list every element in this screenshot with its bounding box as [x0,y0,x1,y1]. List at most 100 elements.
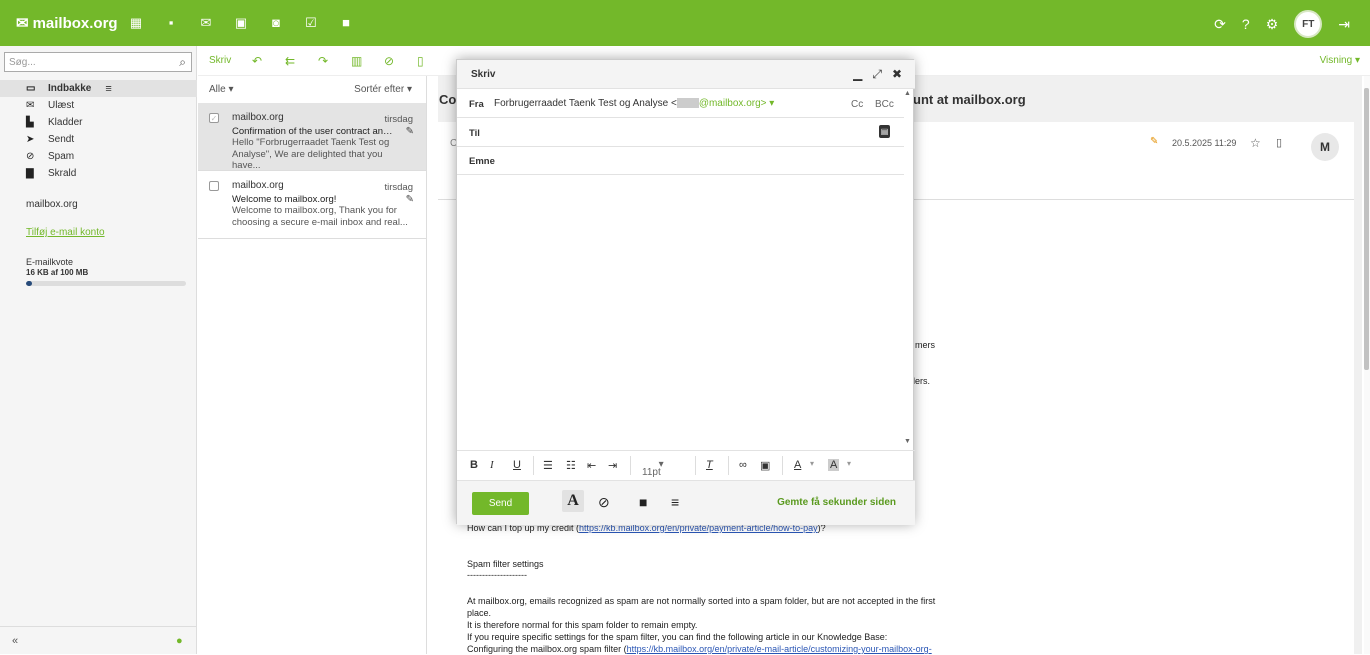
unlock-icon[interactable]: ■ [639,494,647,510]
save-status: Gemte få sekunder siden [777,497,896,508]
compose-footer: Send A ⊘ ■ ≡ Gemte få sekunder siden [457,480,915,525]
link-icon[interactable]: ∞ [739,459,747,471]
flag-icon[interactable]: ▯ [417,54,450,68]
calendar-icon[interactable]: ▣ [229,15,253,31]
text-format-icon[interactable]: A [562,490,584,512]
search-icon[interactable]: ⌕ [179,55,186,70]
quota-bar [26,281,186,286]
outdent-icon[interactable]: ⇤ [587,459,596,472]
underline-button[interactable]: U [513,459,521,471]
folder-sidebar: Søg... ⌕ ▭ Indbakke ≡ ✉ Ulæst ▙ Kladder … [0,46,197,654]
folder-spam[interactable]: ⊘ Spam [0,148,197,165]
settings-icon[interactable]: ⚙ [1266,16,1279,33]
folder-label: Spam [48,151,75,162]
attachment-icon[interactable]: ⊘ [598,494,610,511]
mail-app-icon[interactable]: ✉ [194,15,218,31]
chevron-down-icon[interactable]: ▾ [847,459,851,468]
italic-button[interactable]: I [490,459,494,471]
flag-icon[interactable]: ▯ [1276,136,1282,149]
image-icon[interactable]: ▣ [760,459,770,472]
quota-fill [26,281,33,286]
minimize-icon[interactable]: ▁ [853,67,862,82]
bold-button[interactable]: B [470,459,478,471]
delete-icon[interactable]: ▥ [351,54,384,68]
indent-icon[interactable]: ⇥ [608,459,617,472]
reply-icon[interactable]: ↶ [252,54,285,68]
spam-icon[interactable]: ⊘ [384,54,417,68]
draft-icon: ▙ [26,117,34,128]
apps-grid-icon[interactable]: ▦ [124,15,148,31]
envelope-icon: ✉ [26,100,35,111]
bullet-list-icon[interactable]: ☰ [543,459,553,472]
to-field[interactable]: Til ▤ [457,118,904,147]
clear-format-icon[interactable]: T [706,459,713,471]
reply-all-icon[interactable]: ⇇ [285,54,318,68]
refresh-icon[interactable]: ⟳ [1214,16,1226,33]
from-select[interactable]: Forbrugerraadet Taenk Test og Analyse < @… [494,98,774,109]
mail-date: 20.5.2025 11:29 [1172,138,1237,148]
folder-menu-icon[interactable]: ≡ [105,83,111,95]
search-input[interactable]: Søg... ⌕ [4,52,192,72]
user-avatar[interactable]: FT [1294,10,1323,38]
forward-icon[interactable]: ↷ [318,54,351,68]
folder-drafts[interactable]: ▙ Kladder [0,114,197,131]
app-logo[interactable]: ✉ mailbox.org [16,14,118,33]
subject-field[interactable]: Emne [457,146,904,175]
select-checkbox[interactable] [209,181,219,191]
sort-dropdown[interactable]: Sortér efter ▾ [354,84,412,95]
close-icon[interactable]: ✖ [892,67,902,82]
spam-filter-link[interactable]: https://kb.mailbox.org/en/private/e-mail… [627,644,932,654]
text-color-icon[interactable]: A [794,459,801,471]
compose-button[interactable]: Skriv [209,55,231,66]
text: Configuring the mailbox.org spam filter … [467,644,627,654]
folder-label: Sendt [48,134,75,145]
cc-button[interactable]: Cc [851,99,863,110]
body-line: It is therefore normal for this spam fol… [467,620,698,630]
mail-date: tirsdag [384,182,413,193]
folder-sent[interactable]: ➤ Sendt [0,131,197,148]
list-item[interactable]: mailbox.org tirsdag Welcome to mailbox.o… [198,171,426,239]
top-bar: ✉ mailbox.org ▦ ▪ ✉ ▣ ◙ ☑ ■ ⟳ ? ⚙ FT ⇥ [0,0,1370,46]
format-toolbar: B I U ☰ ☷ ⇤ ⇥ 11pt ▾ T ∞ ▣ A ▾ A ▾ [457,450,915,479]
chevron-down-icon[interactable]: ▾ [810,459,814,468]
view-dropdown[interactable]: Visning ▾ [1320,55,1360,66]
collapse-sidebar-icon[interactable]: « [12,635,18,647]
more-options-icon[interactable]: ≡ [671,494,679,510]
inbox-icon: ▭ [26,83,36,94]
edit-icon[interactable]: ✎ [1150,136,1158,147]
tasks-icon[interactable]: ☑ [299,15,323,31]
select-checkbox[interactable]: ✓ [209,113,219,123]
star-icon[interactable]: ☆ [1250,136,1261,150]
spam-icon: ⊘ [26,151,35,162]
body-line: place. [467,608,492,618]
contacts-icon[interactable]: ◙ [264,15,288,31]
numbered-list-icon[interactable]: ☷ [566,459,576,472]
search-placeholder: Søg... [9,56,36,68]
background-color-icon[interactable]: A [828,459,840,471]
send-button[interactable]: Send [472,492,529,515]
list-item[interactable]: ✓ mailbox.org tirsdag Confirmation of th… [198,103,426,171]
folder-label: Ulæst [48,100,75,111]
logout-icon[interactable]: ⇥ [1338,16,1350,33]
folder-inbox[interactable]: ▭ Indbakke ≡ [0,80,197,97]
font-size-select[interactable]: 11pt ▾ [642,459,664,478]
divider [695,456,696,475]
body-line: Spam filter settings [467,559,544,569]
add-account-link[interactable]: Tilføj e-mail konto [26,227,105,238]
portal-icon[interactable]: ▪ [159,15,183,31]
video-icon[interactable]: ■ [334,15,358,31]
filter-dropdown[interactable]: Alle ▾ [209,84,234,95]
folder-trash[interactable]: ▇ Skrald [0,165,197,182]
maximize-icon[interactable]: ⤢ [872,67,882,82]
bcc-button[interactable]: BCc [875,99,894,110]
scroll-down-arrow[interactable]: ▼ [904,438,911,445]
address-book-icon[interactable]: ▤ [879,125,890,138]
folder-unread[interactable]: ✉ Ulæst [0,97,197,114]
help-circle-icon[interactable]: ● [176,635,183,647]
scroll-up-arrow[interactable]: ▲ [904,90,911,97]
envelope-icon: ✉ [16,15,29,32]
scrollbar-thumb[interactable] [1364,88,1369,370]
mail-from: mailbox.org [232,180,284,191]
account-name[interactable]: mailbox.org [26,199,78,210]
help-icon[interactable]: ? [1242,16,1250,32]
